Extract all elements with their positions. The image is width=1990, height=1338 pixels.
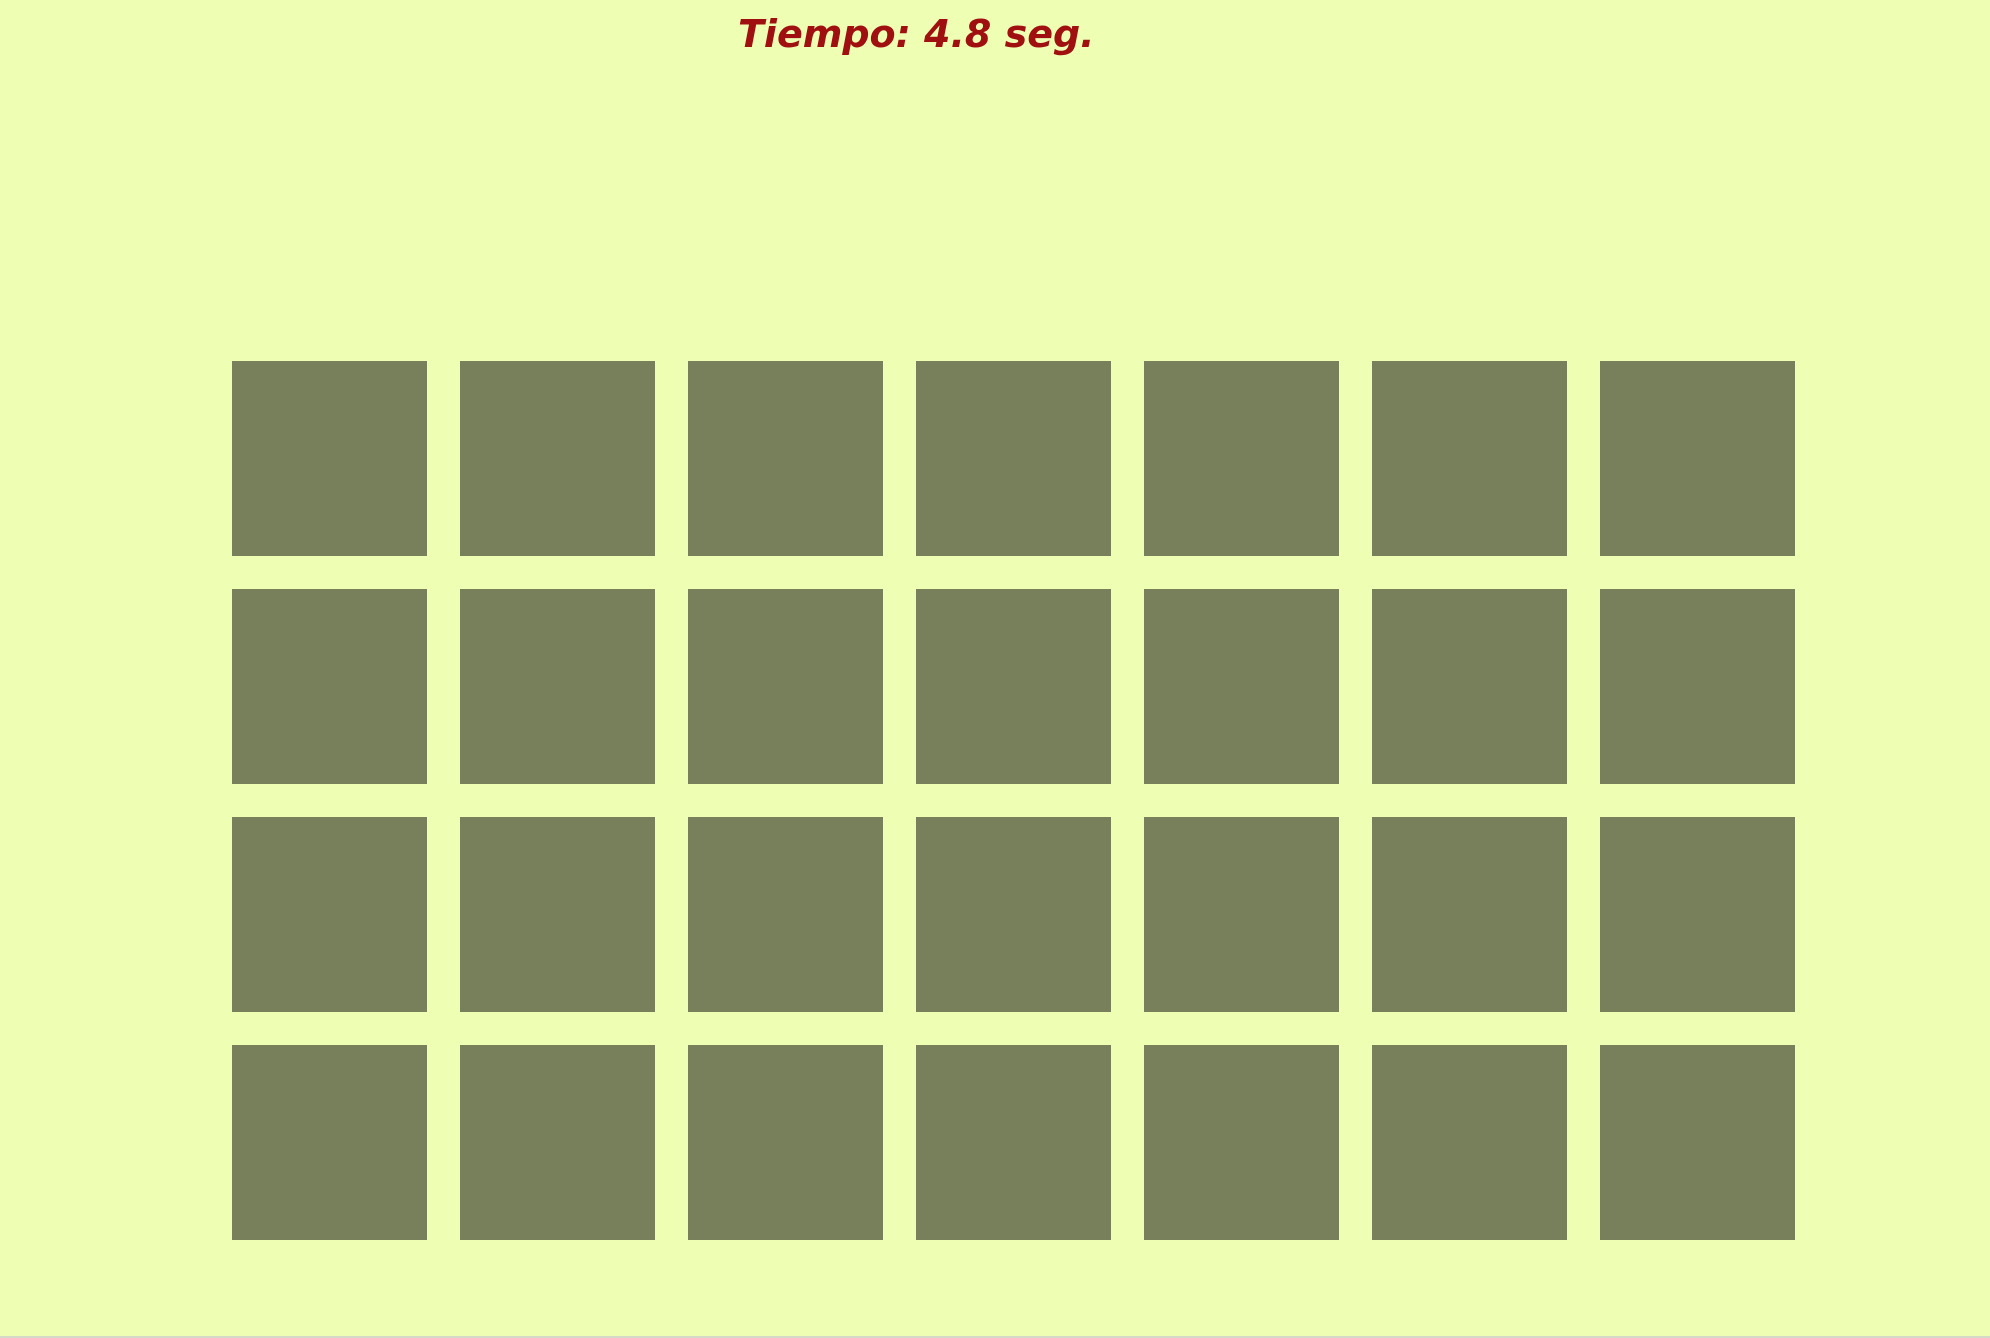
memory-card[interactable] (1144, 589, 1339, 784)
memory-card[interactable] (688, 589, 883, 784)
memory-card[interactable] (460, 1045, 655, 1240)
memory-card[interactable] (688, 361, 883, 556)
memory-card[interactable] (916, 589, 1111, 784)
memory-card[interactable] (1600, 589, 1795, 784)
memory-card[interactable] (1372, 361, 1567, 556)
card-grid (232, 361, 1795, 1240)
memory-card[interactable] (1600, 817, 1795, 1012)
memory-card[interactable] (916, 361, 1111, 556)
memory-card[interactable] (688, 817, 883, 1012)
memory-card[interactable] (1372, 817, 1567, 1012)
memory-card[interactable] (1144, 361, 1339, 556)
memory-card[interactable] (232, 817, 427, 1012)
memory-card[interactable] (1144, 1045, 1339, 1240)
memory-card[interactable] (460, 589, 655, 784)
memory-card[interactable] (460, 817, 655, 1012)
memory-card[interactable] (688, 1045, 883, 1240)
memory-card[interactable] (916, 1045, 1111, 1240)
memory-card[interactable] (1372, 1045, 1567, 1240)
memory-card[interactable] (232, 1045, 427, 1240)
memory-card[interactable] (232, 361, 427, 556)
memory-card[interactable] (1600, 361, 1795, 556)
memory-card[interactable] (916, 817, 1111, 1012)
memory-card[interactable] (232, 589, 427, 784)
memory-card[interactable] (460, 361, 655, 556)
memory-card[interactable] (1600, 1045, 1795, 1240)
timer-label: Tiempo: 4.8 seg. (738, 12, 1095, 56)
memory-card[interactable] (1372, 589, 1567, 784)
memory-card[interactable] (1144, 817, 1339, 1012)
